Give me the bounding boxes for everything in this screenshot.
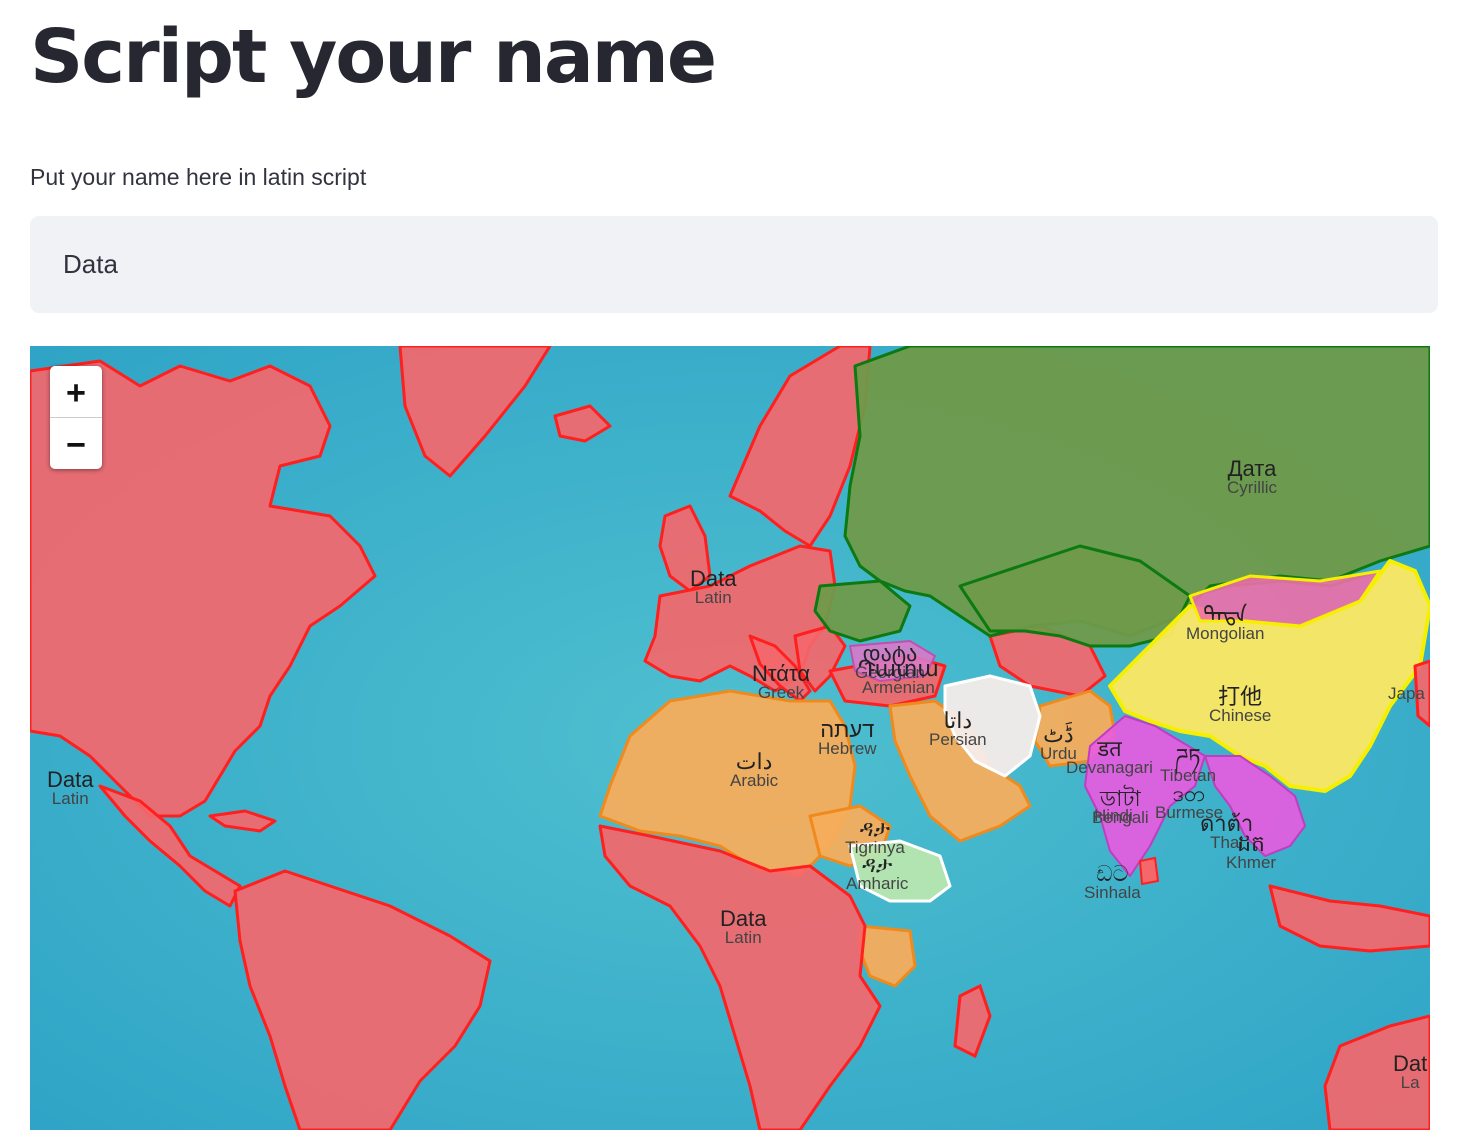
label-persian: داتا Persian (929, 708, 987, 749)
label-latin-america: Data Latin (47, 767, 94, 808)
map-tiles (30, 346, 1430, 1130)
label-arabic: دات Arabic (730, 749, 779, 790)
zoom-in-button[interactable]: + (50, 366, 102, 417)
label-latin-africa: Data Latin (720, 906, 767, 947)
page-title: Script your name (30, 14, 717, 100)
name-input[interactable] (30, 216, 1438, 313)
label-sinhala: ඩට Sinhala (1084, 861, 1141, 902)
label-armenian: Դատա Armenian (858, 656, 939, 697)
label-greek: Ντάτα Greek (752, 661, 811, 702)
name-input-label: Put your name here in latin script (30, 164, 367, 190)
world-map[interactable]: + − Data Latin Data Latin Data Latin Dat La … (30, 346, 1430, 1130)
label-mongolian: ᠳᠠᠲᠠ Mongolian (1186, 602, 1265, 643)
label-latin-australia: Dat La (1393, 1051, 1428, 1092)
label-tigrinya: ዳታ Tigrinya (845, 816, 905, 857)
sri-lanka-region[interactable] (1138, 856, 1160, 886)
zoom-control: + − (50, 366, 102, 469)
label-chinese: 打他 Chinese (1209, 684, 1272, 725)
label-hindi: Hindi (1094, 806, 1133, 825)
label-tibetan: ཌཏ Tibetan (1160, 744, 1217, 785)
label-hebrew: דעתה Hebrew (818, 717, 877, 758)
label-khmer: ដត Khmer (1226, 831, 1277, 872)
label-amharic: ዳታ Amharic (846, 852, 909, 893)
label-devanagari: डत Devanagari (1066, 736, 1153, 777)
zoom-out-button[interactable]: − (50, 417, 102, 469)
label-japanese: Japa (1388, 684, 1425, 703)
label-cyrillic: Дата Cyrillic (1227, 456, 1278, 497)
label-latin-europe: Data Latin (690, 566, 737, 607)
